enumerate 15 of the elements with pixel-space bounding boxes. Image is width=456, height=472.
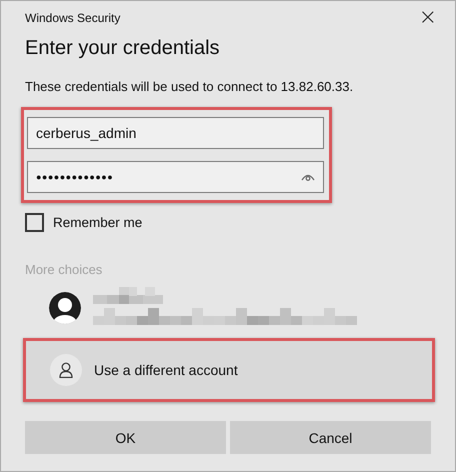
- more-choices-label: More choices: [25, 262, 104, 277]
- close-button[interactable]: ×: [418, 4, 437, 32]
- username-field[interactable]: cerberus_admin: [27, 117, 324, 149]
- user-avatar-icon[interactable]: [49, 292, 81, 324]
- remember-checkbox[interactable]: [25, 213, 44, 232]
- person-icon: [59, 362, 73, 378]
- window-title: Windows Security: [25, 11, 120, 25]
- remember-label[interactable]: Remember me: [53, 215, 142, 230]
- description-text: These credentials will be used to connect to 13.82.60.33.: [25, 79, 354, 94]
- dialog-button[interactable]: Cancel: [230, 421, 431, 454]
- dialog-button[interactable]: OK: [25, 421, 226, 454]
- eye-icon[interactable]: [301, 172, 315, 182]
- password-field[interactable]: ●●●●●●●●●●●●●: [27, 161, 324, 193]
- different-account-option[interactable]: Use a different account: [23, 338, 435, 402]
- dialog-heading: Enter your credentials: [25, 37, 221, 60]
